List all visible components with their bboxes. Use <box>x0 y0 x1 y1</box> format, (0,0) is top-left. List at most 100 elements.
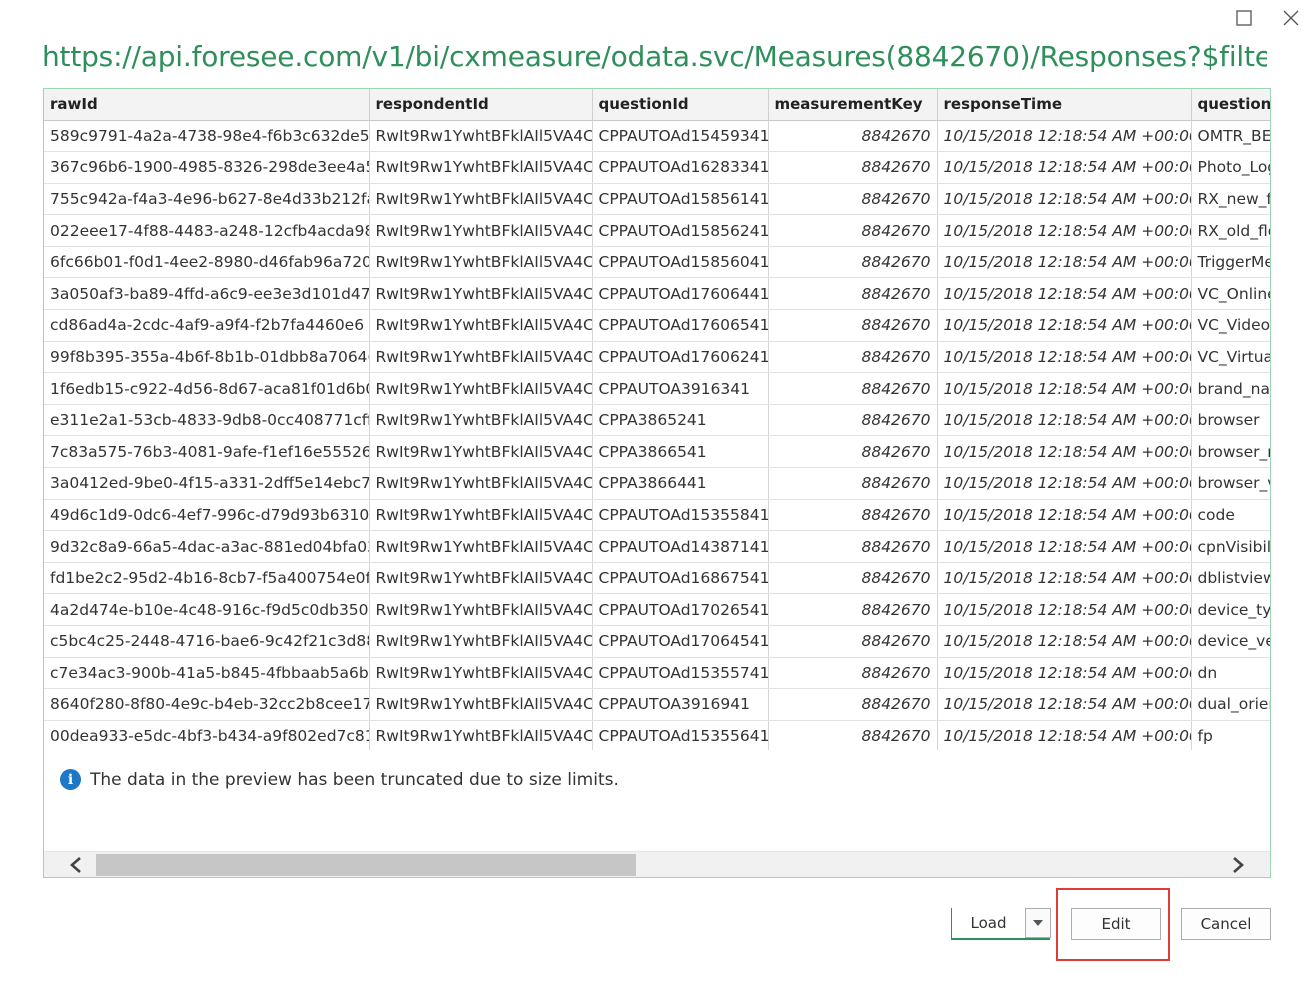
table-cell: code <box>1191 499 1270 532</box>
table-cell: CPPAUTOA3916941 <box>592 688 769 721</box>
table-cell: RwIt9Rw1YwhtBFklAIl5VA4C <box>369 720 593 750</box>
table-row[interactable]: cd86ad4a-2cdc-4af9-a9f4-f2b7fa4460e6 RwIt… <box>44 309 1270 342</box>
table-row[interactable]: 589c9791-4a2a-4738-98e4-f6b3c632de56 RwIt… <box>44 120 1270 153</box>
load-dropdown-button[interactable] <box>1025 908 1051 938</box>
table-cell: 9d32c8a9-66a5-4dac-a3ac-881ed04bfa03 <box>44 530 370 563</box>
table-cell: RwIt9Rw1YwhtBFklAIl5VA4C <box>369 277 593 311</box>
table-cell: 10/15/2018 12:18:54 AM +00:00 <box>937 404 1192 437</box>
table-cell: CPPAUTOAd15856041 <box>592 246 769 279</box>
table-row[interactable]: 8640f280-8f80-4e9c-b4eb-32cc2b8cee17 RwIt… <box>44 688 1270 721</box>
table-cell: 8842670 <box>768 246 938 279</box>
table-cell: 8842670 <box>768 562 938 595</box>
table-row[interactable]: 9d32c8a9-66a5-4dac-a3ac-881ed04bfa03 RwIt… <box>44 530 1270 563</box>
edit-button[interactable]: Edit <box>1071 908 1161 940</box>
table-row[interactable]: e311e2a1-53cb-4833-9db8-0cc408771cff RwIt… <box>44 404 1270 437</box>
table-cell: 49d6c1d9-0dc6-4ef7-996c-d79d93b63106 <box>44 499 370 532</box>
table-row[interactable]: 99f8b395-355a-4b6f-8b1b-01dbb8a70646 RwIt… <box>44 341 1270 374</box>
table-cell: 6fc66b01-f0d1-4ee2-8980-d46fab96a720 <box>44 246 370 279</box>
table-cell: RwIt9Rw1YwhtBFklAIl5VA4C <box>369 151 593 184</box>
table-row[interactable]: c7e34ac3-900b-41a5-b845-4fbbaab5a6b5 RwIt… <box>44 657 1270 690</box>
chevron-left-icon <box>70 857 81 873</box>
table-row[interactable]: 3a0412ed-9be0-4f15-a331-2dff5e14ebc7 RwIt… <box>44 467 1270 500</box>
cancel-button[interactable]: Cancel <box>1181 908 1271 940</box>
table-cell: CPPA3866541 <box>592 435 769 469</box>
table-cell: RwIt9Rw1YwhtBFklAIl5VA4C <box>369 246 593 279</box>
table-cell: 8842670 <box>768 183 938 216</box>
close-button[interactable] <box>1279 6 1303 30</box>
horizontal-scrollbar[interactable] <box>44 851 1270 877</box>
load-button[interactable]: Load <box>952 908 1025 938</box>
table-cell: c7e34ac3-900b-41a5-b845-4fbbaab5a6b5 <box>44 657 370 690</box>
table-cell: CPPAUTOAd16283341 <box>592 151 769 184</box>
table-cell: dn <box>1191 657 1270 690</box>
table-row[interactable]: 3a050af3-ba89-4ffd-a6c9-ee3e3d101d47 RwIt… <box>44 277 1270 311</box>
table-cell: CPPAUTOAd17026541 <box>592 593 769 626</box>
page-title: https://api.foresee.com/v1/bi/cxmeasure/… <box>42 40 1267 73</box>
table-cell: device_typ <box>1191 593 1270 626</box>
scroll-right-button[interactable] <box>1220 852 1256 877</box>
column-header[interactable]: questionN <box>1191 89 1270 121</box>
table-cell: dual_orien <box>1191 688 1270 721</box>
table-cell: browser_v <box>1191 467 1270 500</box>
table-cell: 8842670 <box>768 625 938 658</box>
table-cell: CPPAUTOAd17606441 <box>592 277 769 311</box>
table-cell: 10/15/2018 12:18:54 AM +00:00 <box>937 688 1192 721</box>
table-cell: RwIt9Rw1YwhtBFklAIl5VA4C <box>369 562 593 595</box>
table-cell: 8842670 <box>768 309 938 342</box>
table-cell: fp <box>1191 720 1270 750</box>
table-cell: 10/15/2018 12:18:54 AM +00:00 <box>937 120 1192 153</box>
preview-panel: rawId respondentId questionId measurementKe… <box>43 88 1271 878</box>
scrollbar-thumb[interactable] <box>96 854 636 876</box>
table-row[interactable]: 49d6c1d9-0dc6-4ef7-996c-d79d93b63106 RwIt… <box>44 499 1270 532</box>
table-row[interactable]: 4a2d474e-b10e-4c48-916c-f9d5c0db3501 RwIt… <box>44 593 1270 626</box>
column-header[interactable]: questionId <box>592 89 769 121</box>
preview-table: rawId respondentId questionId measurementKe… <box>44 89 1270 750</box>
table-cell: 10/15/2018 12:18:54 AM +00:00 <box>937 277 1192 311</box>
table-cell: dblistview <box>1191 562 1270 595</box>
table-row[interactable]: fd1be2c2-95d2-4b16-8cb7-f5a400754e0f RwIt… <box>44 562 1270 595</box>
table-cell: brand_nar <box>1191 372 1270 405</box>
table-cell: CPPAUTOAd15856141 <box>592 183 769 216</box>
table-row[interactable]: 755c942a-f4a3-4e96-b627-8e4d33b212fa RwIt… <box>44 183 1270 216</box>
table-cell: 10/15/2018 12:18:54 AM +00:00 <box>937 183 1192 216</box>
table-cell: 10/15/2018 12:18:54 AM +00:00 <box>937 309 1192 342</box>
table-cell: CPPAUTOAd14387141 <box>592 530 769 563</box>
table-cell: RwIt9Rw1YwhtBFklAIl5VA4C <box>369 499 593 532</box>
table-cell: RwIt9Rw1YwhtBFklAIl5VA4C <box>369 404 593 437</box>
column-header[interactable]: respondentId <box>369 89 593 121</box>
table-row[interactable]: 367c96b6-1900-4985-8326-298de3ee4a5a RwIt… <box>44 151 1270 184</box>
table-cell: 10/15/2018 12:18:54 AM +00:00 <box>937 562 1192 595</box>
column-header[interactable]: responseTime <box>937 89 1192 121</box>
table-cell: RwIt9Rw1YwhtBFklAIl5VA4C <box>369 214 593 247</box>
scroll-left-button[interactable] <box>58 852 94 877</box>
table-cell: CPPAUTOA3916341 <box>592 372 769 405</box>
table-cell: 8842670 <box>768 372 938 405</box>
table-cell: 7c83a575-76b3-4081-9afe-f1ef16e55526 <box>44 435 370 469</box>
table-cell: 8842670 <box>768 657 938 690</box>
table-cell: 1f6edb15-c922-4d56-8d67-aca81f01d6b0 <box>44 372 370 405</box>
table-cell: 8842670 <box>768 499 938 532</box>
table-row[interactable]: 7c83a575-76b3-4081-9afe-f1ef16e55526 RwIt… <box>44 435 1270 469</box>
table-cell: 10/15/2018 12:18:54 AM +00:00 <box>937 246 1192 279</box>
table-cell: CPPAUTOAd17064541 <box>592 625 769 658</box>
info-icon: i <box>60 769 81 790</box>
table-cell: RwIt9Rw1YwhtBFklAIl5VA4C <box>369 467 593 500</box>
table-cell: VC_Online <box>1191 277 1270 311</box>
table-cell: CPPAUTOAd15355841 <box>592 499 769 532</box>
table-row[interactable]: 022eee17-4f88-4483-a248-12cfb4acda98 RwIt… <box>44 214 1270 247</box>
table-cell: c5bc4c25-2448-4716-bae6-9c42f21c3d88 <box>44 625 370 658</box>
table-cell: OMTR_BE <box>1191 120 1270 153</box>
table-cell: CPPAUTOAd15856241 <box>592 214 769 247</box>
table-cell: CPPAUTOAd15459341 <box>592 120 769 153</box>
table-row[interactable]: 6fc66b01-f0d1-4ee2-8980-d46fab96a720 RwIt… <box>44 246 1270 279</box>
table-row[interactable]: c5bc4c25-2448-4716-bae6-9c42f21c3d88 RwIt… <box>44 625 1270 658</box>
table-row[interactable]: 1f6edb15-c922-4d56-8d67-aca81f01d6b0 RwIt… <box>44 372 1270 405</box>
column-header[interactable]: rawId <box>44 89 370 121</box>
table-cell: cd86ad4a-2cdc-4af9-a9f4-f2b7fa4460e6 <box>44 309 370 342</box>
table-cell: 589c9791-4a2a-4738-98e4-f6b3c632de56 <box>44 120 370 153</box>
maximize-button[interactable] <box>1232 6 1256 30</box>
table-cell: CPPAUTOAd15355641 <box>592 720 769 750</box>
table-cell: 10/15/2018 12:18:54 AM +00:00 <box>937 530 1192 563</box>
table-row[interactable]: 00dea933-e5dc-4bf3-b434-a9f802ed7c81 RwIt… <box>44 720 1270 750</box>
column-header[interactable]: measurementKey <box>768 89 938 121</box>
